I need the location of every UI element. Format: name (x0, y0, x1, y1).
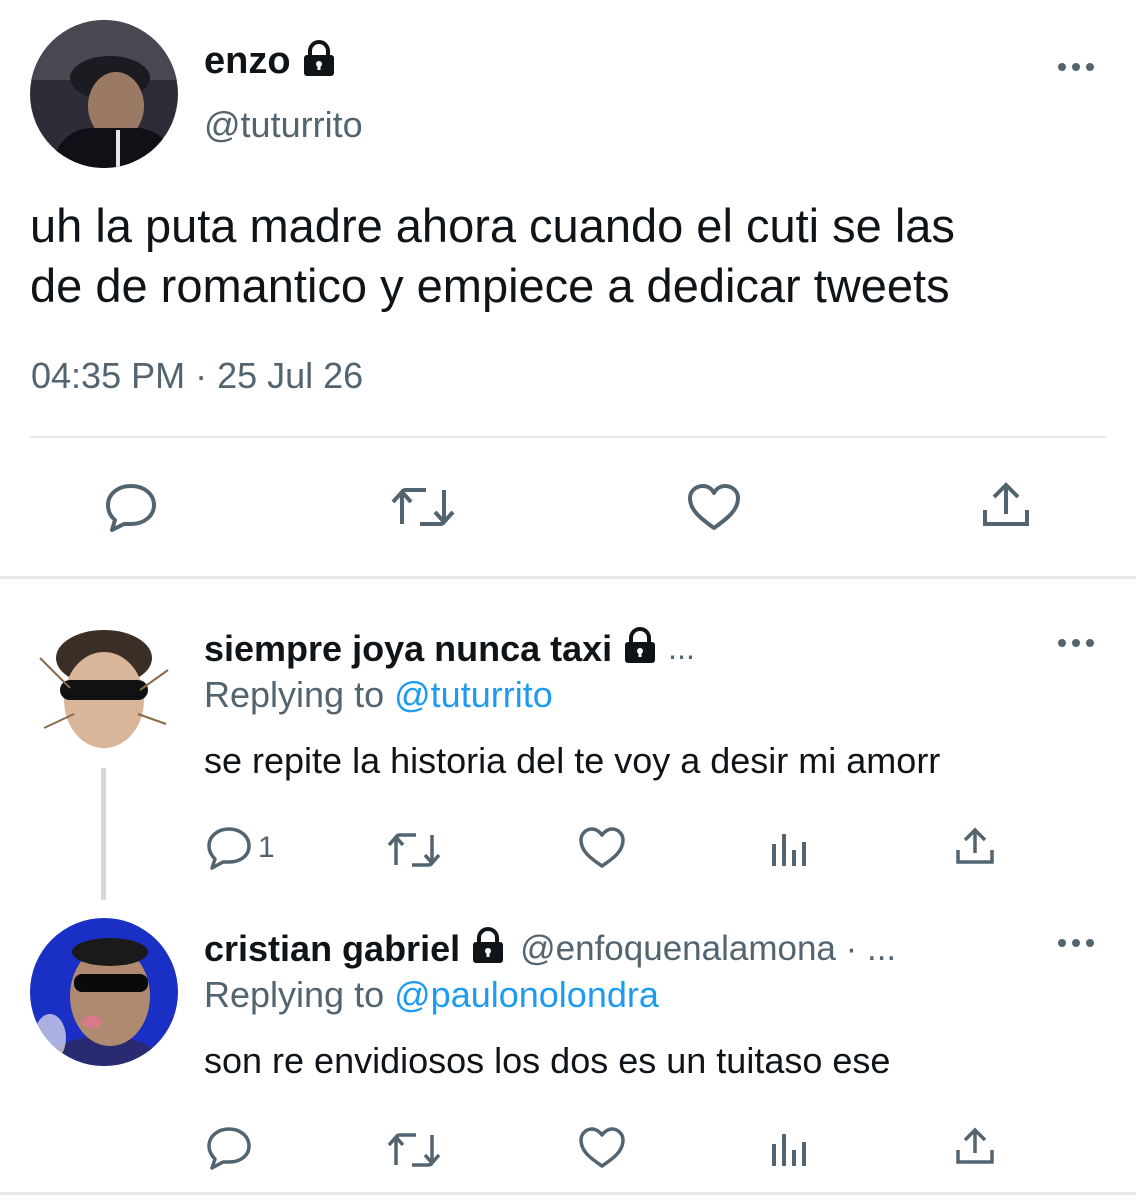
avatar[interactable] (30, 918, 178, 1066)
replying-to: Replying to @tuturrito (204, 674, 553, 716)
section-separator (0, 576, 1136, 579)
author-handle[interactable]: @enfoquenalamona · ... (520, 929, 896, 969)
share-icon (956, 827, 994, 864)
like-icon (688, 484, 740, 530)
replying-to: Replying to @paulonolondra (204, 974, 659, 1016)
more-icon[interactable] (1057, 60, 1095, 79)
replying-to-label: Replying to (204, 674, 385, 715)
avatar[interactable] (30, 618, 178, 766)
views-button[interactable] (770, 1130, 808, 1168)
author-name-row: siempre joya nunca taxi ... (204, 627, 695, 670)
reply-count: 1 (258, 831, 275, 864)
retweet-button[interactable] (386, 1130, 442, 1170)
lock-icon (470, 927, 506, 970)
bottom-separator (0, 1192, 1136, 1195)
lock-icon (622, 627, 658, 670)
retweet-icon (391, 488, 455, 526)
reply-icon (106, 484, 156, 532)
more-icon[interactable] (1057, 936, 1095, 955)
tweet-text: se repite la historia del te voy a desir… (204, 740, 941, 781)
divider (30, 436, 1106, 438)
more-icon[interactable] (1057, 636, 1095, 655)
replying-to-label: Replying to (204, 974, 385, 1015)
author-name-row: cristian gabriel @enfoquenalamona · ... (204, 927, 896, 970)
retweet-button[interactable] (390, 484, 456, 530)
author-name[interactable]: enzo (204, 40, 291, 83)
avatar[interactable] (30, 20, 178, 168)
reply-icon (207, 827, 251, 870)
like-icon (579, 827, 625, 868)
author-name[interactable]: siempre joya nunca taxi (204, 628, 612, 670)
replying-to-mention[interactable]: @tuturrito (394, 674, 553, 715)
tweet-text-line1: uh la puta madre ahora cuando el cuti se… (30, 199, 955, 252)
author-name-row: enzo (204, 40, 337, 83)
views-button[interactable] (770, 830, 808, 868)
share-button[interactable] (954, 826, 996, 866)
retweet-icon (387, 1133, 441, 1167)
share-icon (983, 482, 1029, 526)
tweet-text: son re envidiosos los dos es un tuitaso … (204, 1040, 891, 1081)
tweet-text: uh la puta madre ahora cuando el cuti se… (30, 196, 1120, 316)
like-button[interactable] (686, 482, 742, 532)
like-button[interactable] (578, 826, 626, 870)
timestamp[interactable]: 04:35 PM · 25 Jul 26 (31, 355, 363, 397)
retweet-button[interactable] (386, 830, 442, 870)
share-icon (956, 1127, 994, 1164)
reply-button[interactable] (104, 482, 158, 532)
handle-ellipsis: ... (668, 630, 695, 666)
replying-to-mention[interactable]: @paulonolondra (394, 974, 659, 1015)
reply-icon (207, 1127, 251, 1170)
views-icon (772, 1134, 806, 1166)
author-name[interactable]: cristian gabriel (204, 928, 460, 970)
share-button[interactable] (980, 480, 1032, 530)
like-icon (579, 1127, 625, 1168)
views-icon (772, 834, 806, 866)
reply-button[interactable] (206, 1126, 252, 1170)
thread-line (101, 768, 106, 900)
lock-icon (301, 40, 337, 83)
author-handle[interactable]: @tuturrito (204, 104, 363, 146)
main-tweet: enzo @tuturrito uh la puta madre ahora c… (0, 0, 1136, 575)
like-button[interactable] (578, 1126, 626, 1170)
share-button[interactable] (954, 1126, 996, 1166)
reply-button[interactable]: 1 (206, 826, 275, 870)
tweet-text-line2: de de romantico y empiece a dedicar twee… (30, 259, 950, 312)
retweet-icon (387, 833, 441, 867)
